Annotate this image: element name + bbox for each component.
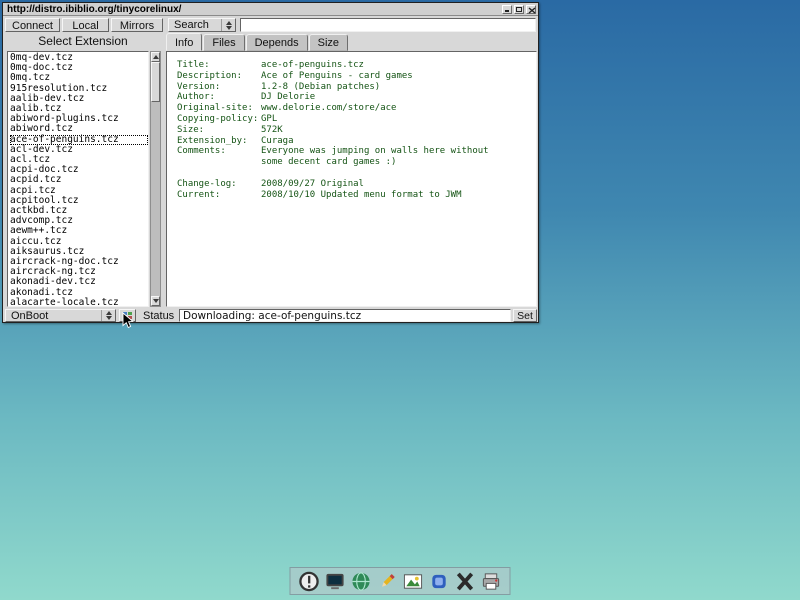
window-buttons	[502, 5, 536, 14]
list-item[interactable]: alacarte-locale.tcz	[10, 298, 148, 307]
info-line: Comments: Everyone was jumping on walls …	[177, 146, 532, 157]
xorg-icon[interactable]	[454, 570, 477, 593]
info-line: Description: Ace of Penguins - card game…	[177, 71, 532, 82]
updown-arrows-icon	[101, 310, 115, 321]
terminal-icon[interactable]	[324, 570, 347, 593]
status-label: Status	[143, 310, 174, 322]
search-mode-dropdown[interactable]: Search	[168, 18, 236, 32]
mount-tool-icon[interactable]	[428, 570, 451, 593]
info-line	[177, 168, 532, 179]
tab[interactable]: Size	[309, 34, 348, 51]
appbrowser-window: http://distro.ibiblio.org/tinycorelinux/…	[2, 2, 539, 323]
info-line: Extension_by: Curaga	[177, 136, 532, 147]
search-mode-value: Search	[174, 19, 209, 31]
info-label: Extension_by:	[177, 136, 261, 147]
tab-bar: Info Files Depends Size	[166, 34, 349, 51]
info-value: www.delorie.com/store/ace	[261, 103, 396, 114]
tab-label: Info	[175, 37, 193, 49]
info-label: Change-log:	[177, 179, 261, 190]
exit-icon[interactable]	[480, 570, 503, 593]
info-line: Current: 2008/10/10 Updated menu format …	[177, 190, 532, 201]
apps-icon[interactable]	[298, 570, 321, 593]
info-label: Author:	[177, 92, 261, 103]
local-button[interactable]: Local	[62, 18, 109, 32]
info-panel: Title: ace-of-penguins.tcz Description: …	[166, 51, 537, 307]
tab[interactable]: Info	[166, 33, 202, 51]
tab-label: Depends	[255, 37, 299, 49]
maximize-button[interactable]	[514, 5, 524, 14]
tab[interactable]: Depends	[246, 34, 308, 51]
updown-arrows-icon	[221, 19, 235, 31]
info-line: Title: ace-of-penguins.tcz	[177, 60, 532, 71]
window-title: http://distro.ibiblio.org/tinycorelinux/	[7, 4, 502, 15]
info-label: Current:	[177, 190, 261, 201]
status-field[interactable]	[179, 309, 511, 322]
info-label: Description:	[177, 71, 261, 82]
info-line: Version: 1.2-8 (Debian patches)	[177, 82, 532, 93]
info-label: Original-site:	[177, 103, 261, 114]
info-line: Author: DJ Delorie	[177, 92, 532, 103]
maximize-icon	[516, 7, 522, 12]
info-value: Ace of Penguins - card games	[261, 71, 413, 82]
info-line: Size: 572K	[177, 125, 532, 136]
tab-label: Size	[318, 37, 339, 49]
minimize-icon	[505, 10, 509, 12]
scroll-down-icon[interactable]	[151, 296, 160, 306]
info-label: Version:	[177, 82, 261, 93]
info-value: 2008/10/10 Updated menu format to JWM	[261, 190, 461, 201]
extension-list: 0mq-dev.tcz 0mq-doc.tcz 0mq.tcz 915resol…	[7, 51, 149, 307]
info-label: Size:	[177, 125, 261, 136]
info-value: GPL	[261, 114, 277, 125]
info-value: ace-of-penguins.tcz	[261, 60, 364, 71]
select-extension-label: Select Extension	[3, 34, 163, 48]
info-label: Title:	[177, 60, 261, 71]
titlebar[interactable]: http://distro.ibiblio.org/tinycorelinux/	[3, 3, 538, 16]
info-value: some decent card games :)	[261, 157, 396, 168]
scrollbar-thumb[interactable]	[151, 62, 160, 102]
info-value: 1.2-8 (Debian patches)	[261, 82, 380, 93]
info-value: 2008/09/27 Original	[261, 179, 364, 190]
info-line: Change-log: 2008/09/27 Original	[177, 179, 532, 190]
onboot-value: OnBoot	[11, 310, 48, 322]
close-button[interactable]	[526, 5, 536, 14]
editor-icon[interactable]	[376, 570, 399, 593]
info-label	[177, 157, 261, 168]
connect-button[interactable]: Connect	[5, 18, 60, 32]
tab-label: Files	[212, 37, 235, 49]
dock	[290, 567, 511, 595]
info-label	[177, 168, 261, 179]
grid-icon	[123, 312, 132, 319]
control-panel-icon[interactable]	[350, 570, 373, 593]
tab[interactable]: Files	[203, 34, 244, 51]
info-label: Comments:	[177, 146, 261, 157]
info-value: Everyone was jumping on walls here witho…	[261, 146, 489, 157]
info-value: Curaga	[261, 136, 294, 147]
info-value: 572K	[261, 125, 283, 136]
info-label: Copying-policy:	[177, 114, 261, 125]
list-scrollbar[interactable]	[150, 51, 161, 307]
apply-action-button[interactable]	[119, 309, 136, 322]
desktop: http://distro.ibiblio.org/tinycorelinux/…	[0, 0, 800, 600]
info-value: DJ Delorie	[261, 92, 315, 103]
scroll-up-icon[interactable]	[151, 52, 160, 62]
search-input[interactable]	[240, 18, 536, 32]
info-line: Copying-policy: GPL	[177, 114, 532, 125]
onboot-dropdown[interactable]: OnBoot	[5, 309, 116, 322]
info-line: Original-site: www.delorie.com/store/ace	[177, 103, 532, 114]
minimize-button[interactable]	[502, 5, 512, 14]
wallpaper-icon[interactable]	[402, 570, 425, 593]
info-line: some decent card games :)	[177, 157, 532, 168]
set-button[interactable]: Set	[513, 309, 537, 322]
close-icon	[528, 7, 536, 14]
mirrors-button[interactable]: Mirrors	[111, 18, 163, 32]
